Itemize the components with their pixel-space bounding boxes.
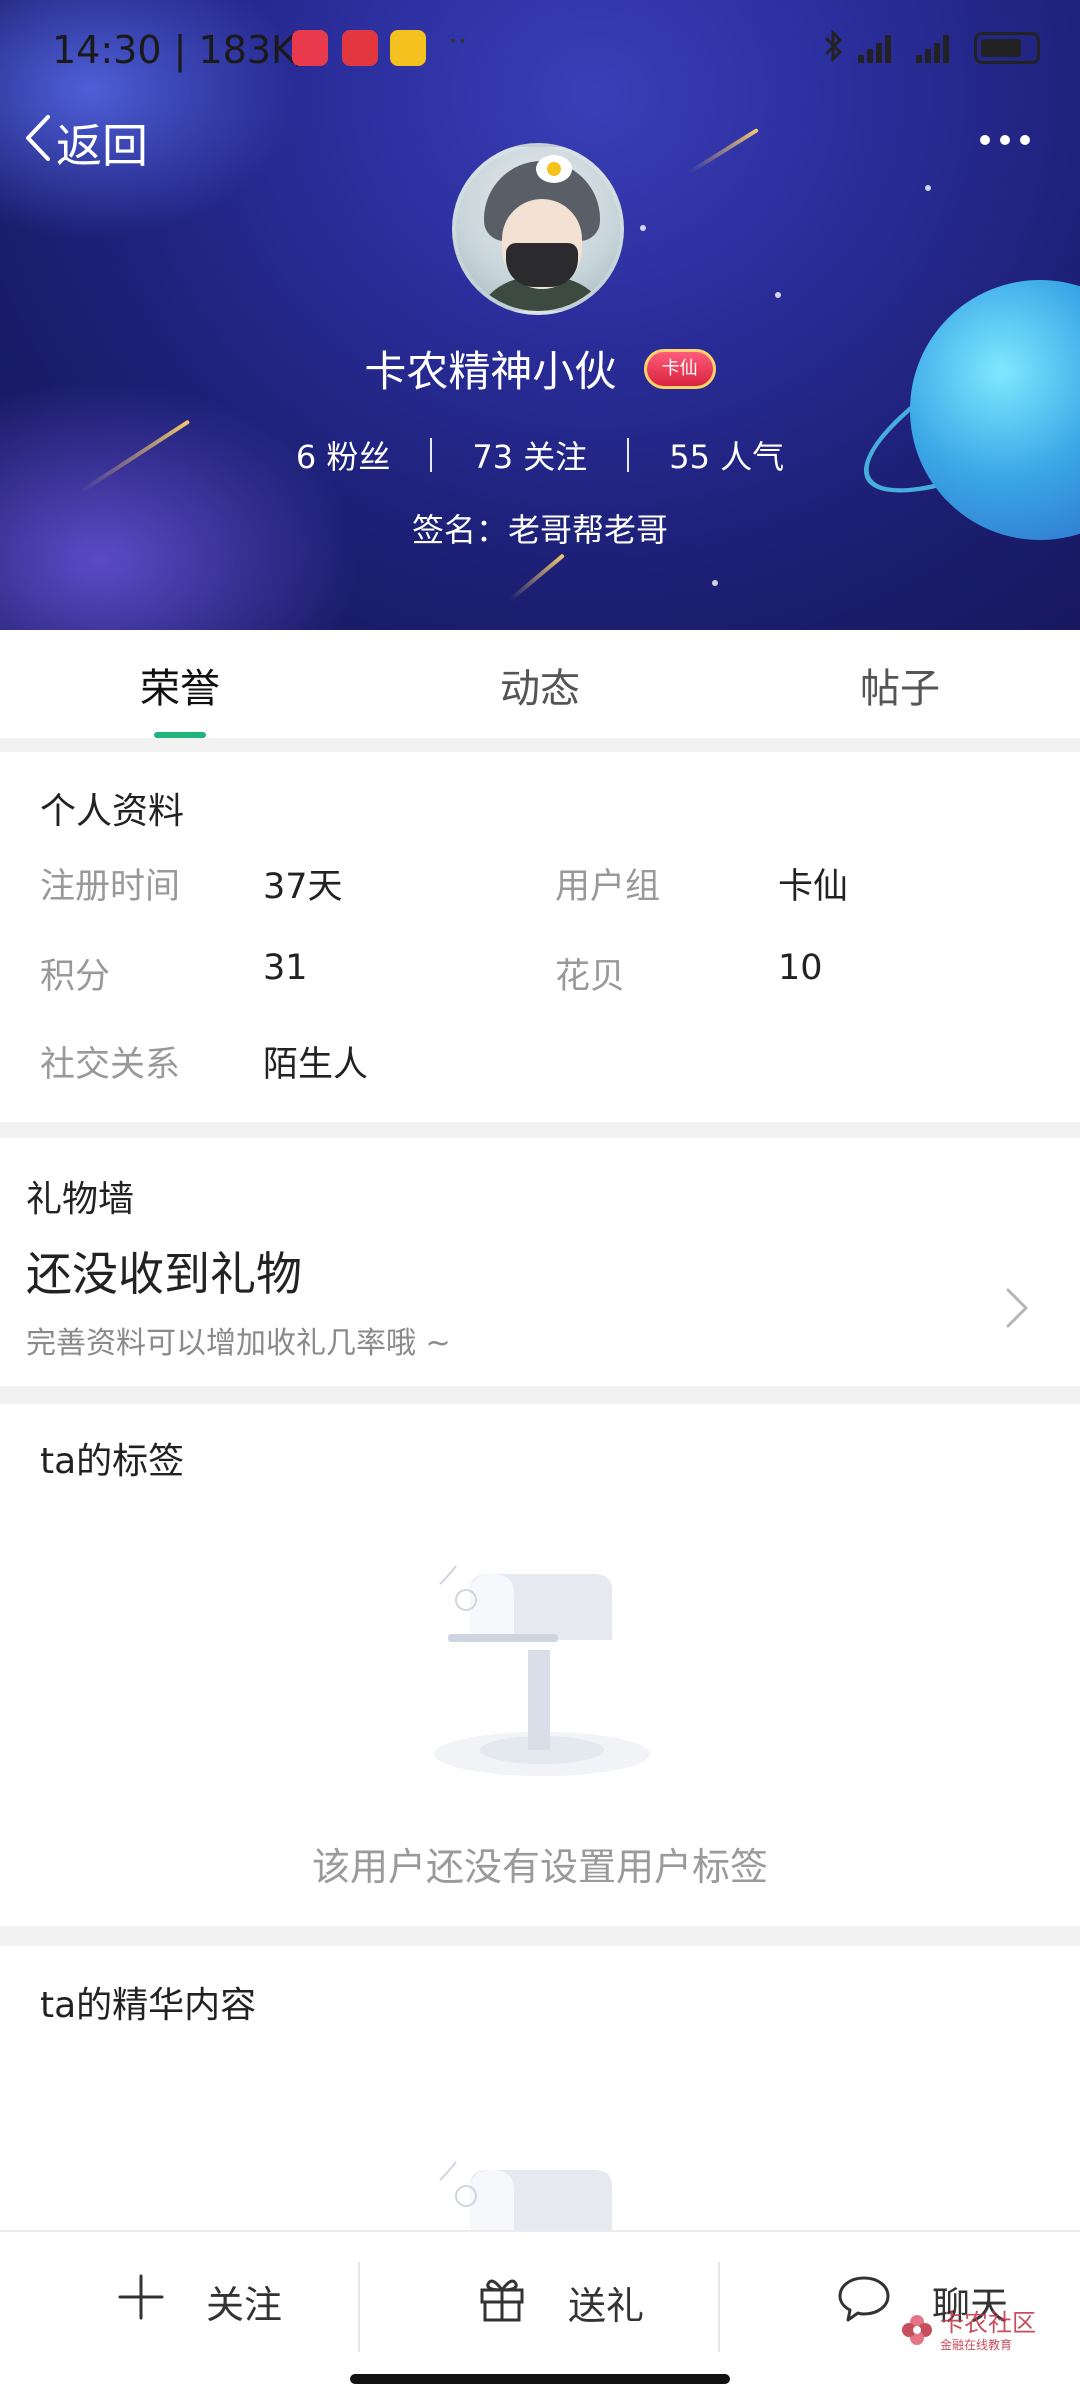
star-decoration	[925, 185, 931, 191]
tab-activity[interactable]: 动态	[360, 630, 720, 738]
app-notification-icon	[390, 30, 426, 66]
signature: 签名：老哥帮老哥	[411, 511, 668, 549]
info-label: 积分	[40, 957, 111, 997]
gift-empty-title: 还没收到礼物	[26, 1247, 302, 1301]
section-title: ta的精华内容	[40, 1985, 257, 2026]
avatar[interactable]	[452, 143, 624, 315]
stat-divider	[627, 438, 630, 472]
back-chevron-icon	[22, 113, 56, 174]
info-value: 37天	[263, 867, 343, 907]
user-group-badge: 卡仙	[643, 348, 716, 389]
info-label: 用户组	[555, 867, 661, 907]
info-value: 陌生人	[263, 1045, 369, 1085]
profile-stats: 6 粉丝 73 关注 55 人气	[0, 432, 1080, 478]
chevron-right-icon	[1004, 1286, 1030, 1334]
back-button[interactable]: 返回	[22, 110, 148, 176]
bar-divider	[358, 2262, 360, 2352]
app-notification-icon	[292, 30, 328, 66]
stat-divider	[430, 438, 433, 472]
info-value: 卡仙	[778, 867, 849, 907]
app-notification-icon	[342, 30, 378, 66]
signal-icon	[858, 33, 902, 63]
tags-empty-text: 该用户还没有设置用户标签	[311, 1845, 768, 1889]
planet-decoration	[910, 280, 1080, 540]
info-value: 31	[263, 948, 308, 988]
following-stat[interactable]: 73 关注	[432, 432, 627, 478]
signal-icon	[916, 33, 960, 63]
more-dots-icon[interactable]	[980, 130, 1040, 150]
flower-logo-icon	[900, 2313, 934, 2351]
back-label: 返回	[56, 119, 148, 173]
status-more-dots: ··	[448, 24, 468, 59]
watermark-subtext: 金融在线教育	[940, 2338, 1013, 2352]
mailbox-icon	[430, 1554, 670, 1788]
watermark-text: 卡农社区	[940, 2309, 1036, 2337]
star-decoration	[712, 580, 718, 586]
personal-info-section: 个人资料 注册时间 37天 用户组 卡仙 积分 31 花贝 10 社交关系 陌生…	[0, 752, 1080, 1122]
status-bar: 14:30 | 183K/s ··	[0, 20, 1080, 80]
meteor-decoration	[508, 553, 565, 602]
popularity-stat: 55 人气	[669, 438, 785, 476]
featured-section: ta的精华内容	[0, 1946, 1080, 2230]
gift-empty-hint: 完善资料可以增加收礼几率哦 ~	[26, 1326, 451, 1361]
chat-bubble-icon	[836, 2272, 892, 2333]
section-divider	[0, 1122, 1080, 1138]
battery-icon	[974, 32, 1040, 64]
community-watermark: 卡农社区 金融在线教育	[900, 2310, 1036, 2353]
info-value: 10	[778, 948, 823, 988]
gift-icon	[476, 2272, 528, 2333]
profile-header: 14:30 | 183K/s ·· 返回 卡农精神小伙 卡仙 6 粉丝 73 关…	[0, 0, 1080, 630]
mailbox-icon	[430, 2150, 670, 2230]
bluetooth-icon	[822, 29, 844, 66]
section-divider	[0, 1926, 1080, 1946]
section-title: 个人资料	[40, 791, 185, 832]
tags-section: ta的标签 该用户还没有设置用户标签	[0, 1404, 1080, 1926]
section-title: 礼物墙	[26, 1179, 135, 1220]
follow-button[interactable]: 关注	[116, 2272, 282, 2331]
followers-stat[interactable]: 6 粉丝	[256, 432, 431, 478]
username: 卡农精神小伙	[364, 347, 617, 396]
status-time: 14:30 | 183K/s	[52, 28, 329, 72]
tab-honor[interactable]: 荣誉	[0, 630, 360, 738]
section-title: ta的标签	[40, 1441, 185, 1482]
status-icons	[822, 29, 1040, 66]
gift-wall-section[interactable]: 礼物墙 还没收到礼物 完善资料可以增加收礼几率哦 ~	[0, 1138, 1080, 1386]
info-label: 花贝	[555, 957, 626, 997]
star-decoration	[775, 292, 781, 298]
bar-divider	[718, 2262, 720, 2352]
plus-icon	[116, 2272, 166, 2331]
section-divider	[0, 1386, 1080, 1404]
star-decoration	[640, 225, 646, 231]
section-divider	[0, 738, 1080, 752]
info-label: 社交关系	[40, 1045, 181, 1085]
meteor-decoration	[688, 127, 759, 174]
follow-label: 关注	[206, 2283, 283, 2327]
home-indicator[interactable]	[350, 2374, 730, 2384]
info-label: 注册时间	[40, 867, 181, 907]
profile-tabs: 荣誉 动态 帖子	[0, 630, 1080, 738]
tab-posts[interactable]: 帖子	[720, 630, 1080, 738]
send-gift-button[interactable]: 送礼	[476, 2272, 644, 2333]
username-row: 卡农精神小伙 卡仙	[0, 338, 1080, 399]
gift-label: 送礼	[568, 2284, 645, 2328]
